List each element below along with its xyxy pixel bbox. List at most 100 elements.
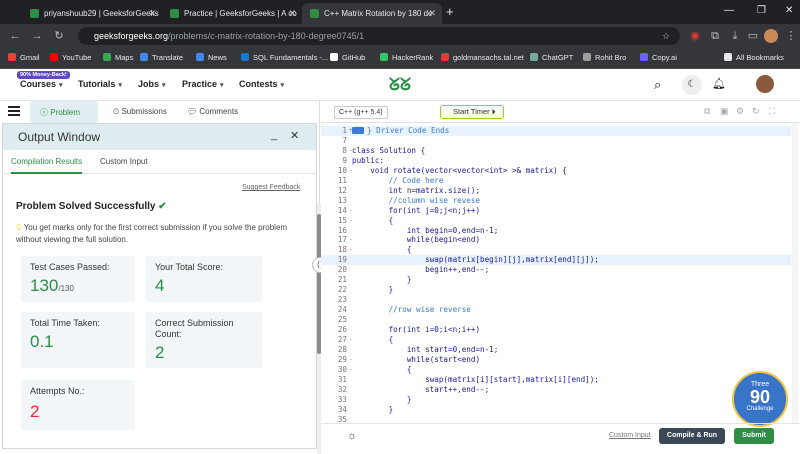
code-line[interactable]: public: (352, 156, 384, 166)
new-tab-icon[interactable]: + (446, 4, 454, 19)
bookmark-star-icon[interactable]: ☆ (662, 27, 670, 45)
address-bar[interactable]: geeksforgeeks.org/problems/c-matrix-rota… (78, 27, 680, 45)
bookmark-item[interactable]: GitHub (330, 48, 365, 68)
menu-practice[interactable]: Practice ▾ (182, 79, 224, 89)
start-timer-button[interactable]: Start Timer ⏵ (440, 105, 504, 119)
code-line[interactable]: int n=matrix.size(); (352, 186, 480, 196)
code-line[interactable]: int begin=0,end=n-1; (352, 226, 498, 236)
bookmark-item[interactable]: ChatGPT (530, 48, 573, 68)
close-tab-icon[interactable]: ✕ (148, 3, 156, 24)
bookmark-item[interactable]: HackerRank (380, 48, 433, 68)
bookmark-item[interactable]: SQL Fundamentals -... (241, 48, 328, 68)
menu-jobs[interactable]: Jobs ▾ (138, 79, 166, 89)
code-area[interactable]: 1 +} Driver Code Ends 7 8- class Solution {9… (321, 123, 800, 423)
code-line[interactable]: while(start<end) (352, 355, 480, 365)
copy-icon[interactable]: ⧉ (704, 106, 710, 117)
code-line[interactable]: while(begin<end) (352, 235, 480, 245)
minimize-icon[interactable]: — (724, 5, 734, 16)
code-line[interactable]: } (352, 405, 394, 415)
bookmark-item[interactable]: Translate (140, 48, 183, 68)
code-line[interactable]: swap(matrix[begin][j],matrix[end][j]); (352, 255, 599, 265)
language-select[interactable]: C++ (g++ 5.4) (334, 106, 388, 119)
editor-scrollbar[interactable] (792, 123, 798, 423)
download-icon[interactable]: ⤓ (728, 29, 742, 43)
close-tab-icon[interactable]: ✕ (428, 3, 436, 24)
gfg-logo[interactable]: ᘜᘜ (381, 75, 419, 95)
all-bookmarks[interactable]: All Bookmarks (724, 48, 784, 68)
paste-icon[interactable]: ▣ (720, 106, 729, 117)
close-window-icon[interactable]: ✕ (785, 5, 793, 16)
bookmark-item[interactable]: News (196, 48, 227, 68)
fullscreen-icon[interactable]: ⛶ (769, 106, 775, 117)
settings-icon[interactable]: ⚙ (736, 106, 744, 117)
forward-icon[interactable]: → (30, 29, 44, 43)
code-line[interactable]: void rotate(vector<vector<int> >& matrix… (352, 166, 567, 176)
hamburger-menu-icon[interactable] (8, 106, 20, 116)
chrome-menu-icon[interactable]: ⋮ (784, 29, 798, 43)
restore-icon[interactable]: ❐ (757, 5, 766, 16)
bookmark-item[interactable]: Maps (103, 48, 133, 68)
bookmark-item[interactable]: Gmail (8, 48, 40, 68)
promo-badge[interactable]: 90% Money-Back! (17, 71, 70, 79)
side-panel-icon[interactable]: ▭ (746, 29, 760, 43)
code-line[interactable]: for(int i=0;i<n;i++) (352, 325, 480, 335)
code-line[interactable]: //column wise revese (352, 196, 480, 206)
tab-label: ⓘ Problem (40, 108, 81, 117)
bookmark-item[interactable]: Copy.ai (640, 48, 677, 68)
code-line[interactable]: for(int j=0;j<n;j++) (352, 206, 480, 216)
code-line[interactable]: begin++,end--; (352, 265, 489, 275)
editor-toolbar: C++ (g++ 5.4) Start Timer ⏵ ⧉ ▣ ⚙ ↻ ⛶ (321, 101, 800, 123)
browser-tab-active[interactable]: C++ Matrix Rotation by 180 de ✕ (302, 3, 442, 24)
browser-tab-profile[interactable]: priyanshuub29 | GeeksforGeeks ✕ (22, 3, 162, 24)
custom-input-link[interactable]: Custom Input (609, 432, 651, 439)
submit-button[interactable]: Submit (734, 428, 774, 444)
close-tab-icon[interactable]: ✕ (288, 3, 296, 24)
status-text: Problem Solved Successfully ✔ (16, 201, 167, 212)
suggest-feedback-link[interactable]: Suggest Feedback (242, 184, 300, 191)
code-line[interactable]: //row wise reverse (352, 305, 471, 315)
code-line[interactable]: { (352, 216, 394, 226)
profile-avatar[interactable] (764, 29, 778, 43)
code-line[interactable]: { (352, 335, 394, 345)
extensions-icon[interactable]: ⧉ (708, 29, 722, 43)
bookmark-item[interactable]: YouTube (50, 48, 91, 68)
code-line[interactable]: swap(matrix[i][start],matrix[i][end]); (352, 375, 599, 385)
code-line[interactable]: } (352, 395, 412, 405)
lightbulb-hint-icon[interactable]: ☼ (347, 430, 357, 442)
dark-mode-icon[interactable]: ☾ (682, 75, 702, 95)
notification-bell-icon[interactable]: 🔔︎ (712, 77, 726, 90)
close-panel-icon[interactable]: ✕ (290, 129, 299, 142)
code-line[interactable]: } Driver Code Ends (367, 126, 449, 136)
user-avatar[interactable] (756, 75, 774, 93)
bookmark-item[interactable]: goldmansachs.tal.net (441, 48, 524, 68)
tab-compilation-results[interactable]: Compilation Results (11, 157, 83, 174)
menu-courses[interactable]: Courses ▾ (20, 79, 63, 89)
code-line[interactable]: start++,end--; (352, 385, 489, 395)
back-icon[interactable]: ← (8, 29, 22, 43)
compile-run-button[interactable]: Compile & Run (659, 428, 725, 444)
code-line[interactable]: } (352, 275, 412, 285)
code-line[interactable]: class Solution { (352, 146, 425, 156)
tab-submissions[interactable]: ⏲ Submissions (113, 107, 167, 117)
code-line[interactable]: } (352, 285, 394, 295)
minimize-panel-icon[interactable]: _ (271, 129, 277, 141)
reset-icon[interactable]: ↻ (752, 106, 760, 117)
code-line[interactable]: // Code here (352, 176, 444, 186)
tab-problem[interactable]: ⓘ Problem (30, 101, 98, 123)
reload-icon[interactable]: ↻ (52, 29, 66, 43)
folded-region-icon[interactable] (352, 127, 364, 134)
code-line[interactable]: int start=0,end=n-1; (352, 345, 498, 355)
bookmark-item[interactable]: Rohit Bro (583, 48, 626, 68)
challenge-badge[interactable]: Three 90 Challenge (732, 371, 788, 427)
menu-contests[interactable]: Contests ▾ (239, 79, 284, 89)
code-line[interactable]: { (352, 365, 412, 375)
browser-tab-practice[interactable]: Practice | GeeksforGeeks | A co ✕ (162, 3, 302, 24)
search-icon[interactable]: ⌕ (654, 77, 661, 93)
tab-custom-input[interactable]: Custom Input (100, 157, 148, 166)
code-line[interactable]: { (352, 245, 412, 255)
menu-tutorials[interactable]: Tutorials ▾ (78, 79, 122, 89)
line-number: 9 (342, 155, 347, 165)
extension-record-icon[interactable]: ◉ (688, 29, 702, 43)
tab-comments[interactable]: 💬︎ Comments (187, 107, 238, 116)
bookmark-label: HackerRank (392, 53, 434, 62)
